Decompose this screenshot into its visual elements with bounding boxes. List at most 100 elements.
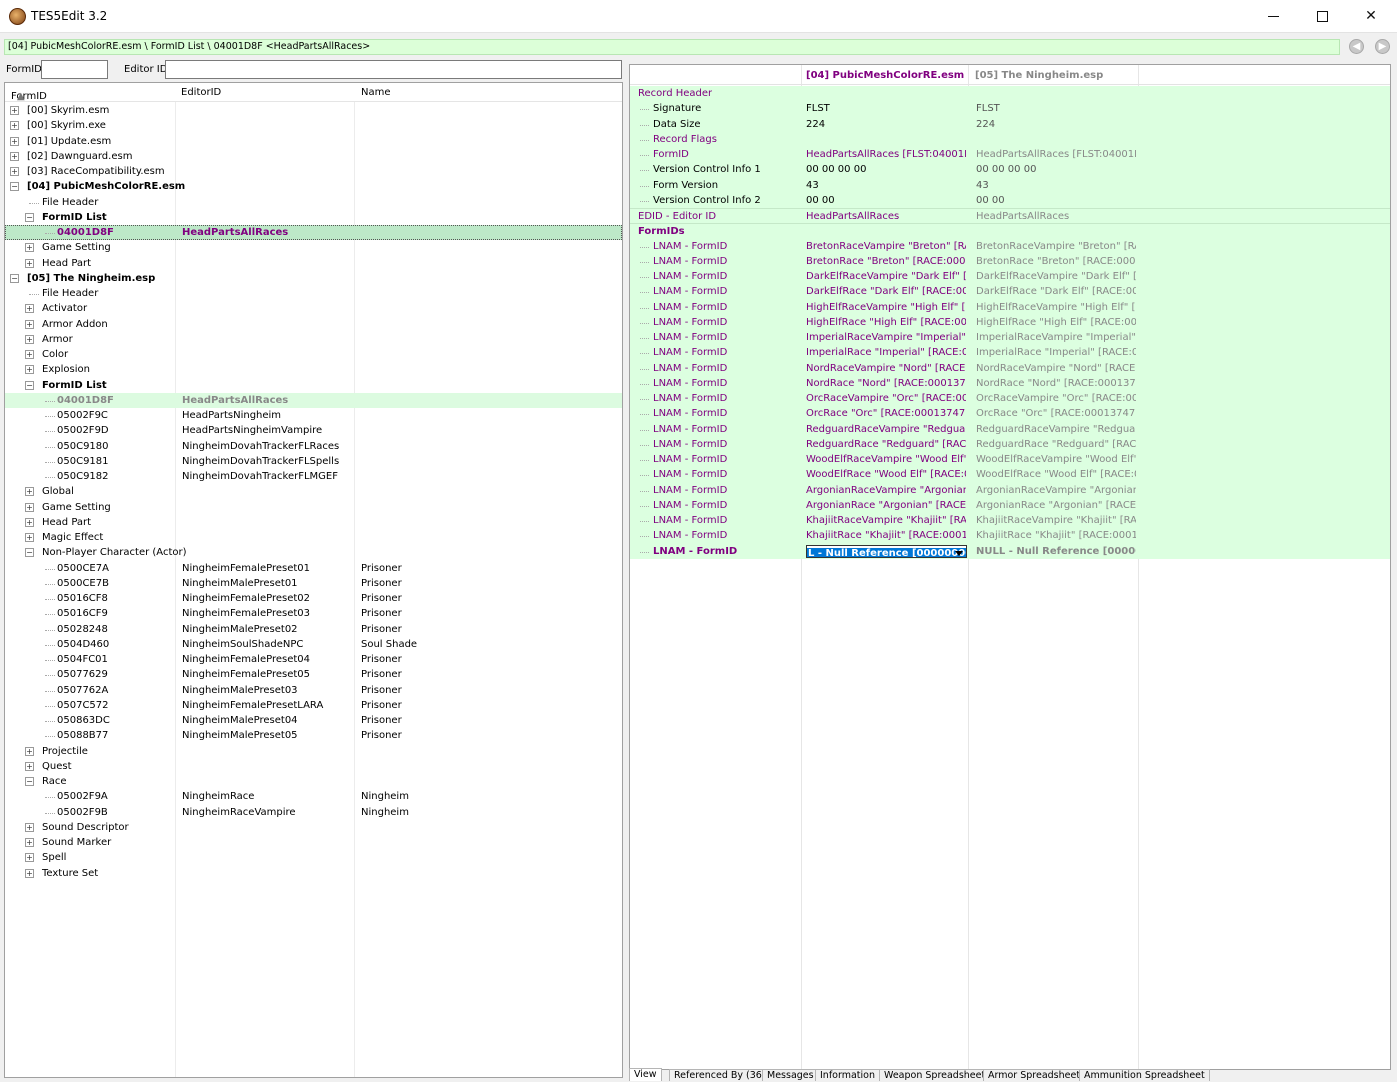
record-value-file-05[interactable]: NordRaceVampire "Nord" [RACE:... bbox=[976, 361, 1136, 376]
record-value-file-05[interactable]: HeadPartsAllRaces [FLST:04001D8F] bbox=[976, 147, 1136, 162]
record-value-file-04[interactable]: FLST bbox=[806, 101, 966, 116]
record-value-file-04[interactable]: ArgonianRaceVampire "Argonian... bbox=[806, 483, 966, 498]
tree-row[interactable]: − FormID List bbox=[5, 378, 622, 393]
record-value-file-05[interactable]: ImperialRace "Imperial" [RACE:00... bbox=[976, 345, 1136, 360]
record-value-file-05[interactable]: KhajiitRaceVampire "Khajiit" [RAC... bbox=[976, 513, 1136, 528]
record-value-file-05[interactable]: DarkElfRaceVampire "Dark Elf" [R... bbox=[976, 269, 1136, 284]
tree-row[interactable]: File Header bbox=[5, 195, 622, 210]
record-value-file-05[interactable]: OrcRace "Orc" [RACE:00013747] bbox=[976, 406, 1136, 421]
record-value-file-04[interactable]: KhajiitRace "Khajiit" [RACE:00013... bbox=[806, 528, 966, 543]
record-row[interactable]: LNAM - FormID NordRaceVampire "Nord" [RAC… bbox=[630, 360, 1390, 376]
record-row[interactable]: LNAM - FormID BretonRace "Breton" [RACE:0… bbox=[630, 253, 1390, 269]
tree-row[interactable]: + Head Part bbox=[5, 515, 622, 530]
record-view[interactable]: [04] PubicMeshColorRE.esm [05] The Ningh… bbox=[629, 64, 1391, 1070]
record-row[interactable]: LNAM - FormID WoodElfRace "Wood Elf" [RAC… bbox=[630, 467, 1390, 483]
col-header-file-05[interactable]: [05] The Ningheim.esp bbox=[975, 70, 1103, 81]
record-value-file-05[interactable]: 224 bbox=[976, 117, 1136, 132]
tab-ammunition-spreadsheet[interactable]: Ammunition Spreadsheet bbox=[1079, 1069, 1210, 1081]
record-value-file-04[interactable]: RedguardRace "Redguard" [RACE... bbox=[806, 437, 966, 452]
tree-row[interactable]: 05002F9B NingheimRaceVampire Ningheim bbox=[5, 805, 622, 820]
editorid-filter-input[interactable] bbox=[165, 60, 622, 79]
tree-row[interactable]: + [02] Dawnguard.esm bbox=[5, 149, 622, 164]
record-value-file-05[interactable]: 43 bbox=[976, 178, 1136, 193]
record-value-file-05[interactable]: HeadPartsAllRaces bbox=[976, 209, 1136, 224]
record-row[interactable]: LNAM - FormID HighElfRaceVampire "High El… bbox=[630, 299, 1390, 315]
tree-row[interactable]: + Game Setting bbox=[5, 500, 622, 515]
tree-row[interactable]: − Race bbox=[5, 774, 622, 789]
record-row[interactable]: FormIDs bbox=[630, 223, 1390, 239]
record-row[interactable]: Version Control Info 1 00 00 00 00 00 00 0… bbox=[630, 162, 1390, 178]
tree-row[interactable]: + [00] Skyrim.exe bbox=[5, 118, 622, 133]
tree-row[interactable]: 04001D8F HeadPartsAllRaces bbox=[5, 392, 622, 408]
tree-row[interactable]: + Projectile bbox=[5, 744, 622, 759]
record-row[interactable]: LNAM - FormID ArgonianRace "Argonian" [RA… bbox=[630, 497, 1390, 513]
tree-row[interactable]: 050863DC NingheimMalePreset04 Prisoner bbox=[5, 713, 622, 728]
close-button[interactable]: ✕ bbox=[1348, 0, 1394, 32]
record-row[interactable]: Record Flags bbox=[630, 131, 1390, 147]
tree-row[interactable]: + Sound Descriptor bbox=[5, 820, 622, 835]
tab-weapon-spreadsheet[interactable]: Weapon Spreadsheet bbox=[879, 1069, 991, 1081]
record-value-file-04[interactable]: HighElfRace "High Elf" [RACE:000... bbox=[806, 315, 966, 330]
record-row[interactable]: LNAM - FormID L - Null Reference [0000000… bbox=[630, 543, 1390, 559]
tree-row[interactable]: 0500CE7B NingheimMalePreset01 Prisoner bbox=[5, 576, 622, 591]
record-value-file-05[interactable]: NULL - Null Reference [000000... bbox=[976, 544, 1136, 559]
tree-row[interactable]: 0504FC01 NingheimFemalePreset04 Prisoner bbox=[5, 652, 622, 667]
record-value-file-04[interactable]: 43 bbox=[806, 178, 966, 193]
formid-filter-input[interactable] bbox=[41, 60, 108, 79]
tree-row[interactable]: + Sound Marker bbox=[5, 835, 622, 850]
tab-information[interactable]: Information bbox=[815, 1069, 880, 1081]
tree-row[interactable]: + Global bbox=[5, 484, 622, 499]
tree-row[interactable]: + Armor Addon bbox=[5, 317, 622, 332]
record-row[interactable]: LNAM - FormID RedguardRace "Redguard" [RA… bbox=[630, 436, 1390, 452]
tree-row[interactable]: 05088B77 NingheimMalePreset05 Prisoner bbox=[5, 728, 622, 743]
collapse-icon[interactable]: − bbox=[10, 182, 19, 192]
expand-icon[interactable]: + bbox=[25, 533, 34, 542]
record-row[interactable]: LNAM - FormID WoodElfRaceVampire "Wood El… bbox=[630, 452, 1390, 468]
record-value-file-04[interactable]: DarkElfRaceVampire "Dark Elf" [R... bbox=[806, 269, 966, 284]
record-value-file-04[interactable]: 00 00 bbox=[806, 193, 966, 208]
record-value-file-04[interactable]: KhajiitRaceVampire "Khajiit" [RAC... bbox=[806, 513, 966, 528]
tab-armor-spreadsheet[interactable]: Armor Spreadsheet bbox=[983, 1069, 1086, 1081]
record-row[interactable]: LNAM - FormID OrcRace "Orc" [RACE:0001374… bbox=[630, 406, 1390, 422]
tree-row[interactable]: + Armor bbox=[5, 332, 622, 347]
col-header-name[interactable]: Name bbox=[361, 87, 391, 98]
tree-row[interactable]: 04001D8F HeadPartsAllRaces bbox=[5, 225, 622, 241]
record-value-file-04[interactable]: ImperialRace "Imperial" [RACE:00... bbox=[806, 345, 966, 360]
collapse-icon[interactable]: − bbox=[10, 273, 19, 283]
record-row[interactable]: LNAM - FormID NordRace "Nord" [RACE:00013… bbox=[630, 375, 1390, 391]
expand-icon[interactable]: + bbox=[10, 136, 19, 146]
record-row[interactable]: EDID - Editor ID HeadPartsAllRaces HeadPar… bbox=[630, 208, 1390, 224]
tree-row[interactable]: 050C9181 NingheimDovahTrackerFLSpells bbox=[5, 454, 622, 469]
tree-row[interactable]: + Quest bbox=[5, 759, 622, 774]
record-value-file-04[interactable]: NordRaceVampire "Nord" [RACE:... bbox=[806, 361, 966, 376]
tree-row[interactable]: + Game Setting bbox=[5, 240, 622, 255]
expand-icon[interactable]: + bbox=[10, 121, 19, 131]
record-row[interactable]: LNAM - FormID RedguardRaceVampire "Redgua… bbox=[630, 421, 1390, 437]
tree-row[interactable]: 050C9180 NingheimDovahTrackerFLRaces bbox=[5, 439, 622, 454]
expand-icon[interactable]: + bbox=[25, 502, 34, 512]
expand-icon[interactable]: + bbox=[25, 319, 34, 329]
expand-icon[interactable]: + bbox=[25, 517, 34, 527]
expand-icon[interactable]: + bbox=[25, 853, 34, 863]
expand-icon[interactable]: + bbox=[25, 243, 34, 253]
tree-row[interactable]: 05028248 NingheimMalePreset02 Prisoner bbox=[5, 622, 622, 637]
expand-icon[interactable]: + bbox=[25, 304, 34, 314]
record-value-file-05[interactable]: BretonRaceVampire "Breton" [RA... bbox=[976, 239, 1136, 254]
tree-row[interactable]: 05002F9C HeadPartsNingheim bbox=[5, 408, 622, 423]
record-value-file-05[interactable]: NordRace "Nord" [RACE:00013746] bbox=[976, 376, 1136, 391]
tree-row[interactable]: − Non-Player Character (Actor) bbox=[5, 545, 622, 560]
record-value-file-04[interactable]: NordRace "Nord" [RACE:00013746] bbox=[806, 376, 966, 391]
tab-view[interactable]: View bbox=[629, 1068, 662, 1081]
record-value-file-05[interactable]: RedguardRaceVampire "Redguar... bbox=[976, 422, 1136, 437]
record-value-file-05[interactable]: DarkElfRace "Dark Elf" [RACE:0001... bbox=[976, 284, 1136, 299]
record-value-file-05[interactable]: ArgonianRace "Argonian" [RACE:... bbox=[976, 498, 1136, 513]
record-row[interactable]: Record Header bbox=[630, 86, 1390, 102]
collapse-icon[interactable]: − bbox=[25, 380, 34, 390]
tree-row[interactable]: 05077629 NingheimFemalePreset05 Prisoner bbox=[5, 667, 622, 682]
tree-row[interactable]: 05002F9A NingheimRace Ningheim bbox=[5, 789, 622, 804]
record-value-file-04[interactable]: ImperialRaceVampire "Imperial" [... bbox=[806, 330, 966, 345]
tree-row[interactable]: + Activator bbox=[5, 301, 622, 316]
expand-icon[interactable]: + bbox=[25, 838, 34, 847]
record-value-file-04[interactable]: WoodElfRace "Wood Elf" [RACE:0... bbox=[806, 467, 966, 482]
record-value-file-04[interactable]: HeadPartsAllRaces bbox=[806, 209, 966, 224]
